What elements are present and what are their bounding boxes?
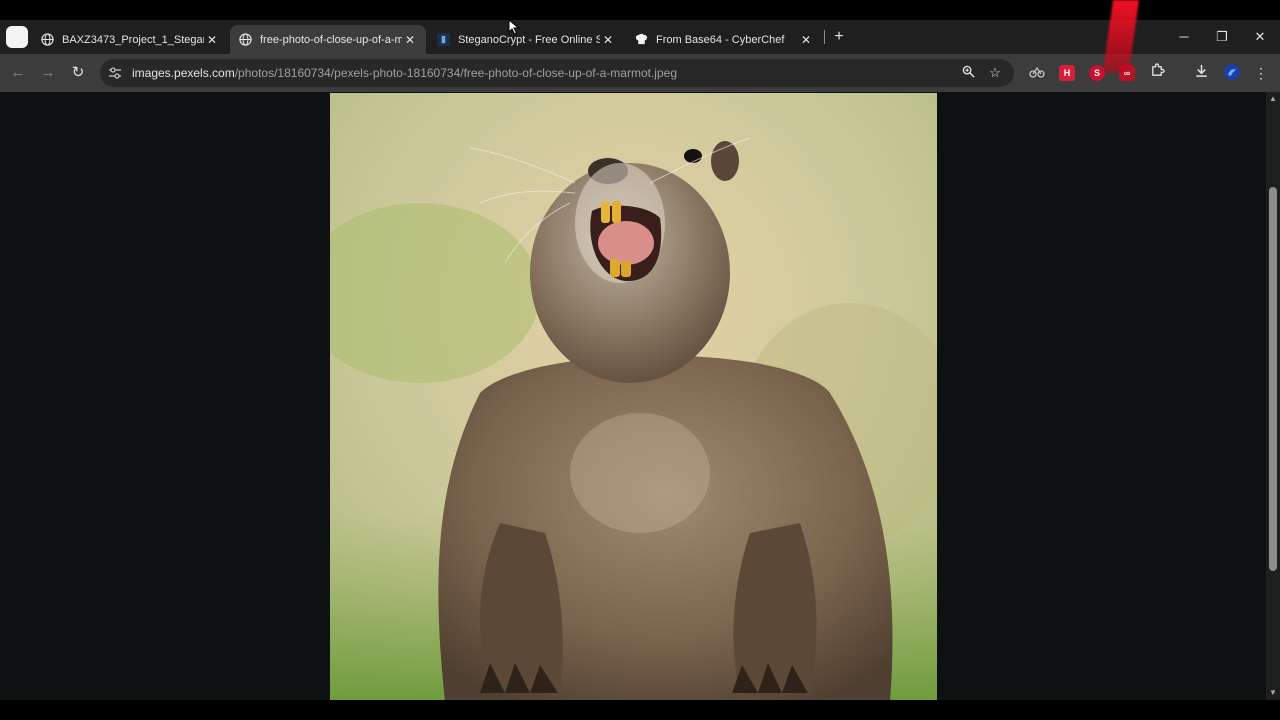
address-bar[interactable]: images.pexels.com/photos/18160734/pexels… <box>100 59 1014 87</box>
page-viewport <box>0 92 1266 700</box>
back-button[interactable]: ← <box>8 63 28 83</box>
tab-cyberchef[interactable]: From Base64 - CyberChef ✕ <box>626 25 822 54</box>
extension-h-icon[interactable]: H <box>1059 65 1075 81</box>
window-close-button[interactable]: ✕ <box>1250 27 1270 47</box>
tab-separator <box>824 30 825 44</box>
mouse-cursor-icon <box>508 19 520 35</box>
scroll-up-icon[interactable]: ▲ <box>1268 94 1278 104</box>
reading-mode-icon[interactable] <box>1027 63 1047 83</box>
address-url: images.pexels.com/photos/18160734/pexels… <box>132 66 677 80</box>
new-tab-button[interactable]: + <box>830 28 848 46</box>
minimize-button[interactable]: ─ <box>1174 27 1194 47</box>
tab-close-icon[interactable]: ✕ <box>798 32 814 48</box>
tab-close-icon[interactable]: ✕ <box>402 32 418 48</box>
tab-title: From Base64 - CyberChef <box>656 33 785 46</box>
restore-button[interactable]: ❐ <box>1212 27 1232 47</box>
letterbox-bottom <box>0 700 1280 720</box>
marmot-photo[interactable] <box>330 93 937 700</box>
globe-icon <box>40 33 54 47</box>
tab-title: BAXZ3473_Project_1_Steganography <box>62 33 204 46</box>
extensions-puzzle-icon[interactable] <box>1147 63 1167 83</box>
browser-menu-icon[interactable]: ⋮ <box>1251 63 1271 83</box>
bookmark-star-icon[interactable]: ☆ <box>987 65 1003 81</box>
scroll-down-icon[interactable]: ▼ <box>1268 688 1278 698</box>
marmot-image <box>330 93 937 700</box>
tab-close-icon[interactable]: ✕ <box>600 32 616 48</box>
scroll-thumb[interactable] <box>1269 187 1277 571</box>
reload-button[interactable]: ↻ <box>68 63 88 83</box>
zoom-icon[interactable] <box>960 65 976 81</box>
browser-toolbar: ← → ↻ images.pexels.com/photos/18160734/… <box>0 54 1280 92</box>
forward-button[interactable]: → <box>38 63 58 83</box>
tab-close-icon[interactable]: ✕ <box>204 32 220 48</box>
tab-title: SteganoCrypt - Free Online Steganography <box>458 33 600 46</box>
site-info-icon[interactable] <box>108 66 122 80</box>
url-path: /photos/18160734/pexels-photo-18160734/f… <box>234 66 677 80</box>
download-icon[interactable] <box>1191 63 1211 83</box>
app-badge-icon[interactable] <box>6 26 28 48</box>
tab-marmot-photo[interactable]: free-photo-of-close-up-of-a-marmot.jpeg … <box>230 25 426 54</box>
chef-hat-icon <box>634 33 648 47</box>
letterbox-top <box>0 0 1280 20</box>
tab-strip: BAXZ3473_Project_1_Steganography ✕ free-… <box>0 20 1280 54</box>
tab-title: free-photo-of-close-up-of-a-marmot.jpeg <box>260 33 402 46</box>
steganocrypt-favicon <box>436 33 450 47</box>
globe-icon <box>238 33 252 47</box>
tab-project-steganography[interactable]: BAXZ3473_Project_1_Steganography ✕ <box>32 25 228 54</box>
tab-steganocrypt[interactable]: SteganoCrypt - Free Online Steganography… <box>428 25 624 54</box>
url-host: images.pexels.com <box>132 66 235 80</box>
profile-avatar-icon[interactable] <box>1222 63 1242 83</box>
vertical-scrollbar[interactable]: ▲ ▼ <box>1266 92 1280 700</box>
